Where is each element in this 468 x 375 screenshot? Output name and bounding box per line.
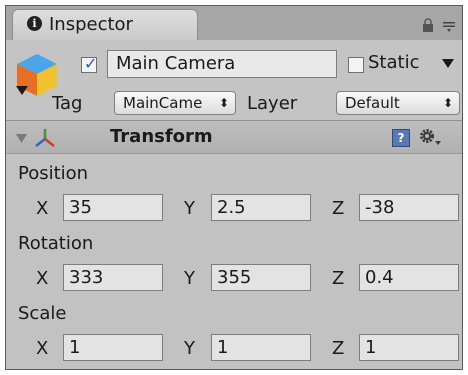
static-dropdown-arrow-icon[interactable] — [442, 59, 454, 68]
rotation-label: Rotation — [18, 233, 94, 254]
scale-z-label: Z — [332, 338, 345, 359]
position-y-label: Y — [184, 198, 195, 219]
foldout-arrow-icon[interactable] — [16, 134, 27, 144]
layer-dropdown[interactable]: Default ⬍ — [336, 91, 460, 115]
tab-bar: i Inspector — [6, 6, 462, 41]
rotation-x-input[interactable]: 333 — [63, 264, 163, 291]
position-x-input[interactable]: 35 — [63, 194, 163, 221]
rotation-z-input[interactable]: 0.4 — [359, 264, 459, 291]
rotation-y-input[interactable]: 355 — [211, 264, 311, 291]
rotation-x-label: X — [36, 268, 49, 289]
scale-x-input[interactable]: 1 — [63, 334, 163, 361]
position-z-label: Z — [332, 198, 345, 219]
rotation-y-label: Y — [184, 268, 195, 289]
lock-icon[interactable] — [422, 18, 434, 32]
inspector-window: i Inspector ✓ Main Camera Static Tag Mai… — [5, 5, 463, 370]
position-x-label: X — [36, 198, 49, 219]
tag-label: Tag — [52, 93, 83, 114]
tag-dropdown[interactable]: MainCame ⬍ — [114, 91, 236, 115]
gear-icon[interactable] — [418, 127, 442, 149]
help-icon[interactable]: ? — [392, 129, 410, 147]
position-y-input[interactable]: 2.5 — [211, 194, 311, 221]
icon-dropdown-arrow-icon[interactable] — [16, 86, 28, 96]
tag-value: MainCame — [123, 94, 203, 112]
layer-label: Layer — [247, 93, 298, 114]
static-checkbox[interactable] — [348, 57, 364, 73]
scale-z-input[interactable]: 1 — [359, 334, 459, 361]
tab-label: Inspector — [49, 14, 133, 35]
component-title: Transform — [110, 126, 213, 147]
layer-value: Default — [345, 94, 400, 112]
gameobject-header: ✓ Main Camera Static Tag MainCame ⬍ Laye… — [6, 40, 462, 120]
scale-x-label: X — [36, 338, 49, 359]
scale-label: Scale — [18, 303, 67, 324]
position-label: Position — [18, 163, 89, 184]
transform-header[interactable]: Transform ? — [6, 120, 462, 154]
info-icon: i — [27, 16, 42, 31]
checkmark-icon: ✓ — [84, 54, 98, 73]
chevron-updown-icon: ⬍ — [218, 96, 229, 110]
scale-y-label: Y — [184, 338, 195, 359]
tab-inspector[interactable]: i Inspector — [12, 9, 198, 41]
scale-y-input[interactable]: 1 — [211, 334, 311, 361]
static-label: Static — [368, 52, 420, 73]
active-checkbox[interactable]: ✓ — [81, 54, 98, 73]
chevron-updown-icon: ⬍ — [442, 96, 453, 110]
object-name-input[interactable]: Main Camera — [107, 50, 337, 78]
rotation-z-label: Z — [332, 268, 345, 289]
transform-axes-icon — [35, 129, 55, 147]
menu-icon[interactable] — [442, 18, 456, 32]
position-z-input[interactable]: -38 — [359, 194, 459, 221]
